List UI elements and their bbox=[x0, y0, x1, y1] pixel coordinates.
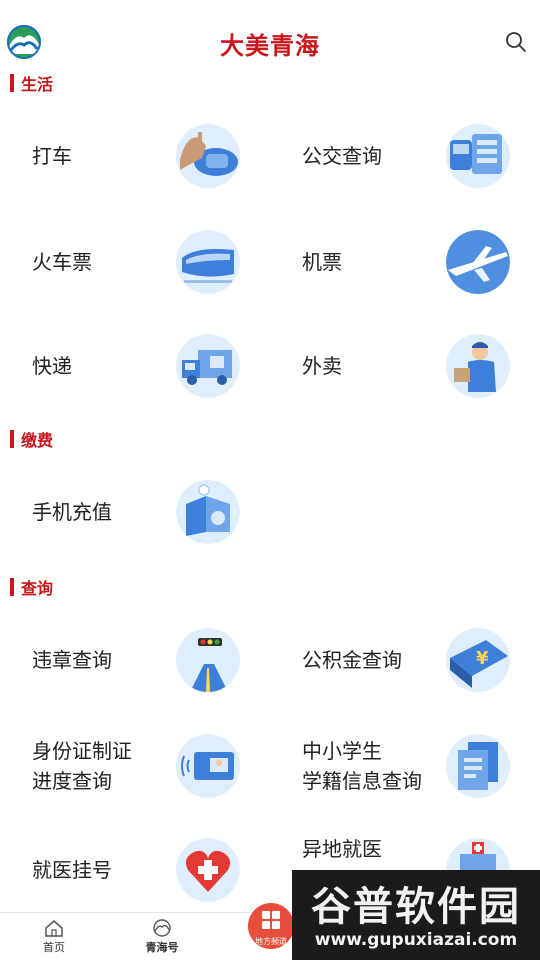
service-label: 公交查询 bbox=[302, 144, 382, 168]
nav-local-channel[interactable]: 地方频道 bbox=[248, 903, 294, 949]
service-express[interactable]: 快递 bbox=[32, 326, 252, 406]
section-marker bbox=[10, 430, 14, 448]
search-icon[interactable] bbox=[502, 28, 530, 56]
section-title-life: 生活 bbox=[10, 72, 53, 94]
service-label: 机票 bbox=[302, 250, 342, 274]
train-icon bbox=[176, 230, 240, 294]
app-header: 大美青海 bbox=[0, 0, 540, 70]
nav-label: 地方频道 bbox=[255, 937, 287, 946]
service-mobile-topup[interactable]: 手机充值 bbox=[32, 472, 252, 552]
service-label: 身份证制证 进度查询 bbox=[32, 739, 132, 793]
medical-heart-icon bbox=[176, 838, 240, 902]
section-title-payment: 缴费 bbox=[10, 428, 53, 450]
yuan-wallet-icon: ¥ bbox=[446, 628, 510, 692]
service-taxi[interactable]: 打车 bbox=[32, 116, 252, 196]
service-label: 打车 bbox=[32, 144, 72, 168]
service-label: 异地就医 bbox=[302, 837, 382, 861]
svg-text:¥: ¥ bbox=[476, 648, 489, 669]
taxi-hand-icon bbox=[176, 124, 240, 188]
service-student-record[interactable]: 中小学生 学籍信息查询 bbox=[302, 726, 522, 806]
airplane-icon bbox=[446, 230, 510, 294]
section-label: 生活 bbox=[21, 75, 54, 94]
service-label: 快递 bbox=[32, 354, 72, 378]
service-bus[interactable]: 公交查询 bbox=[302, 116, 522, 196]
service-label: 就医挂号 bbox=[32, 858, 112, 882]
watermark-overlay: 谷普软件园 www.gupuxiazai.com bbox=[292, 870, 540, 960]
bus-icon bbox=[446, 124, 510, 188]
phone-recharge-icon bbox=[176, 480, 240, 544]
section-marker bbox=[10, 74, 14, 92]
service-train[interactable]: 火车票 bbox=[32, 222, 252, 302]
student-docs-icon bbox=[446, 734, 510, 798]
section-title-query: 查询 bbox=[10, 576, 53, 598]
watermark-text: 谷普软件园 bbox=[311, 884, 521, 930]
traffic-light-icon bbox=[176, 628, 240, 692]
service-label: 违章查询 bbox=[32, 648, 112, 672]
service-label: 中小学生 学籍信息查询 bbox=[302, 739, 422, 793]
section-label: 缴费 bbox=[21, 431, 54, 450]
service-traffic-violation[interactable]: 违章查询 bbox=[32, 620, 252, 700]
grid-icon bbox=[262, 911, 280, 929]
service-id-card[interactable]: 身份证制证 进度查询 bbox=[32, 726, 252, 806]
qinghai-logo-icon bbox=[153, 919, 171, 937]
id-card-icon bbox=[176, 734, 240, 798]
service-housing-fund[interactable]: 公积金查询 ¥ bbox=[302, 620, 522, 700]
home-icon bbox=[45, 920, 63, 937]
service-label: 手机充值 bbox=[32, 500, 112, 524]
service-takeout[interactable]: 外卖 bbox=[302, 326, 522, 406]
nav-qinghai-hao[interactable]: 青海号 bbox=[122, 913, 202, 960]
app-title: 大美青海 bbox=[220, 31, 320, 60]
section-label: 查询 bbox=[21, 579, 54, 598]
service-label: 火车票 bbox=[32, 250, 92, 274]
delivery-truck-icon bbox=[176, 334, 240, 398]
watermark-url: www.gupuxiazai.com bbox=[314, 930, 518, 950]
nav-home[interactable]: 首页 bbox=[14, 913, 94, 960]
service-label: 外卖 bbox=[302, 354, 342, 378]
section-marker bbox=[10, 578, 14, 596]
service-hospital-registration[interactable]: 就医挂号 bbox=[32, 830, 252, 910]
service-label: 公积金查询 bbox=[302, 648, 402, 672]
nav-label: 首页 bbox=[43, 941, 65, 954]
nav-label: 青海号 bbox=[145, 941, 179, 954]
service-flight[interactable]: 机票 bbox=[302, 222, 522, 302]
food-delivery-icon bbox=[446, 334, 510, 398]
